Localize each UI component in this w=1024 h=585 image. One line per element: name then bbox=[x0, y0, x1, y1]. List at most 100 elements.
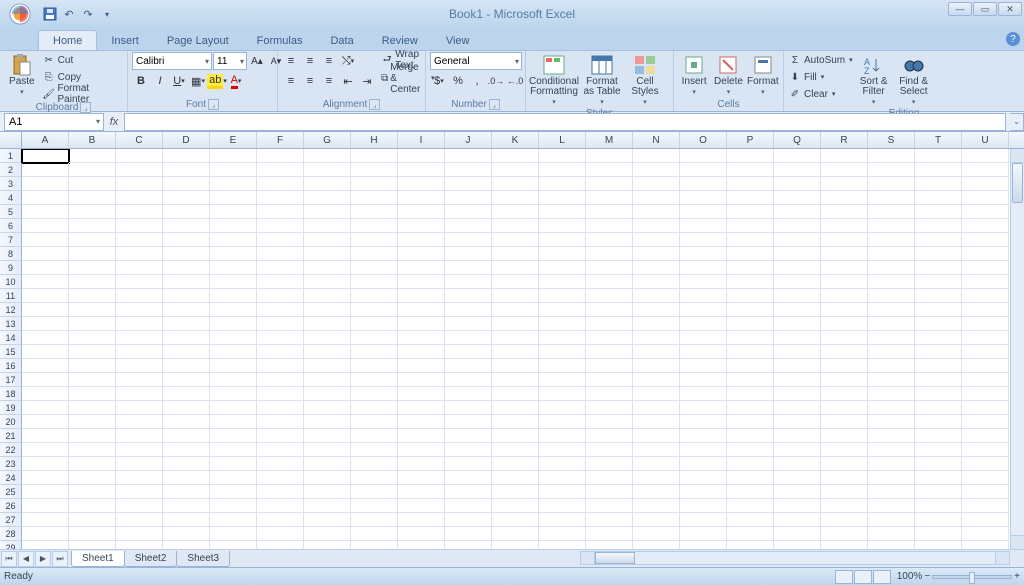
cell[interactable] bbox=[398, 219, 445, 233]
cell[interactable] bbox=[22, 205, 69, 219]
cell[interactable] bbox=[69, 303, 116, 317]
cell[interactable] bbox=[210, 331, 257, 345]
cell[interactable] bbox=[539, 233, 586, 247]
cell[interactable] bbox=[633, 387, 680, 401]
cell[interactable] bbox=[22, 331, 69, 345]
cell[interactable] bbox=[492, 233, 539, 247]
cell[interactable] bbox=[586, 191, 633, 205]
cell[interactable] bbox=[633, 233, 680, 247]
italic-button[interactable]: I bbox=[151, 72, 169, 90]
cell[interactable] bbox=[962, 373, 1009, 387]
cell[interactable] bbox=[915, 317, 962, 331]
cell[interactable] bbox=[22, 415, 69, 429]
cell[interactable] bbox=[398, 457, 445, 471]
cell[interactable] bbox=[351, 149, 398, 163]
cell[interactable] bbox=[586, 429, 633, 443]
cell[interactable] bbox=[915, 527, 962, 541]
cell[interactable] bbox=[821, 345, 868, 359]
cell[interactable] bbox=[492, 177, 539, 191]
cell[interactable] bbox=[492, 219, 539, 233]
cell[interactable] bbox=[633, 289, 680, 303]
cell[interactable] bbox=[398, 415, 445, 429]
column-header[interactable]: N bbox=[633, 132, 680, 148]
cell[interactable] bbox=[445, 485, 492, 499]
cell[interactable] bbox=[304, 191, 351, 205]
cell[interactable] bbox=[22, 345, 69, 359]
column-header[interactable]: A bbox=[22, 132, 69, 148]
cell[interactable] bbox=[210, 457, 257, 471]
cell[interactable] bbox=[69, 471, 116, 485]
office-button[interactable] bbox=[2, 0, 38, 28]
sheet-tab[interactable]: Sheet1 bbox=[71, 551, 125, 567]
cell[interactable] bbox=[962, 205, 1009, 219]
cell[interactable] bbox=[821, 233, 868, 247]
row-header[interactable]: 15 bbox=[0, 345, 22, 359]
cell[interactable] bbox=[257, 163, 304, 177]
cell[interactable] bbox=[680, 457, 727, 471]
cell[interactable] bbox=[69, 191, 116, 205]
cell[interactable] bbox=[727, 499, 774, 513]
cell[interactable] bbox=[163, 233, 210, 247]
cell[interactable] bbox=[868, 415, 915, 429]
cell[interactable] bbox=[492, 149, 539, 163]
cell[interactable] bbox=[257, 485, 304, 499]
cell[interactable] bbox=[163, 485, 210, 499]
cell[interactable] bbox=[22, 429, 69, 443]
cell[interactable] bbox=[727, 345, 774, 359]
cell[interactable] bbox=[351, 541, 398, 549]
cell[interactable] bbox=[821, 359, 868, 373]
cell[interactable] bbox=[774, 401, 821, 415]
cell[interactable] bbox=[633, 415, 680, 429]
cell[interactable] bbox=[116, 247, 163, 261]
row-header[interactable]: 6 bbox=[0, 219, 22, 233]
cell[interactable] bbox=[116, 429, 163, 443]
border-button[interactable]: ▦▾ bbox=[189, 72, 207, 90]
decrease-decimal-button[interactable]: ←.0 bbox=[506, 72, 524, 90]
row-header[interactable]: 16 bbox=[0, 359, 22, 373]
cell[interactable] bbox=[539, 177, 586, 191]
cell[interactable] bbox=[22, 303, 69, 317]
cell[interactable] bbox=[69, 415, 116, 429]
cell[interactable] bbox=[774, 513, 821, 527]
cell[interactable] bbox=[915, 275, 962, 289]
cell[interactable] bbox=[586, 317, 633, 331]
column-header[interactable]: J bbox=[445, 132, 492, 148]
cell[interactable] bbox=[962, 289, 1009, 303]
cell[interactable] bbox=[774, 415, 821, 429]
insert-cells-button[interactable]: Insert▾ bbox=[678, 52, 710, 98]
cell[interactable] bbox=[868, 191, 915, 205]
cell[interactable] bbox=[680, 527, 727, 541]
cell[interactable] bbox=[22, 541, 69, 549]
cell[interactable] bbox=[163, 331, 210, 345]
find-select-button[interactable]: Find & Select▾ bbox=[895, 52, 933, 108]
cell[interactable] bbox=[69, 345, 116, 359]
row-header[interactable]: 11 bbox=[0, 289, 22, 303]
cell[interactable] bbox=[774, 303, 821, 317]
cell[interactable] bbox=[210, 303, 257, 317]
cell[interactable] bbox=[774, 359, 821, 373]
cell[interactable] bbox=[398, 275, 445, 289]
cell[interactable] bbox=[163, 177, 210, 191]
cell[interactable] bbox=[445, 219, 492, 233]
cell[interactable] bbox=[962, 177, 1009, 191]
cell[interactable] bbox=[398, 359, 445, 373]
cell[interactable] bbox=[492, 163, 539, 177]
cell[interactable] bbox=[257, 247, 304, 261]
cell[interactable] bbox=[22, 387, 69, 401]
cell[interactable] bbox=[304, 303, 351, 317]
cell[interactable] bbox=[962, 247, 1009, 261]
row-header[interactable]: 5 bbox=[0, 205, 22, 219]
cell[interactable] bbox=[633, 443, 680, 457]
cell[interactable] bbox=[163, 415, 210, 429]
redo-icon[interactable]: ↷ bbox=[80, 6, 96, 22]
cell[interactable] bbox=[163, 289, 210, 303]
cell[interactable] bbox=[727, 373, 774, 387]
cell[interactable] bbox=[774, 247, 821, 261]
cell[interactable] bbox=[69, 163, 116, 177]
cell[interactable] bbox=[821, 387, 868, 401]
cell[interactable] bbox=[586, 275, 633, 289]
row-header[interactable]: 10 bbox=[0, 275, 22, 289]
cell[interactable] bbox=[774, 345, 821, 359]
cell[interactable] bbox=[69, 247, 116, 261]
cell[interactable] bbox=[774, 387, 821, 401]
